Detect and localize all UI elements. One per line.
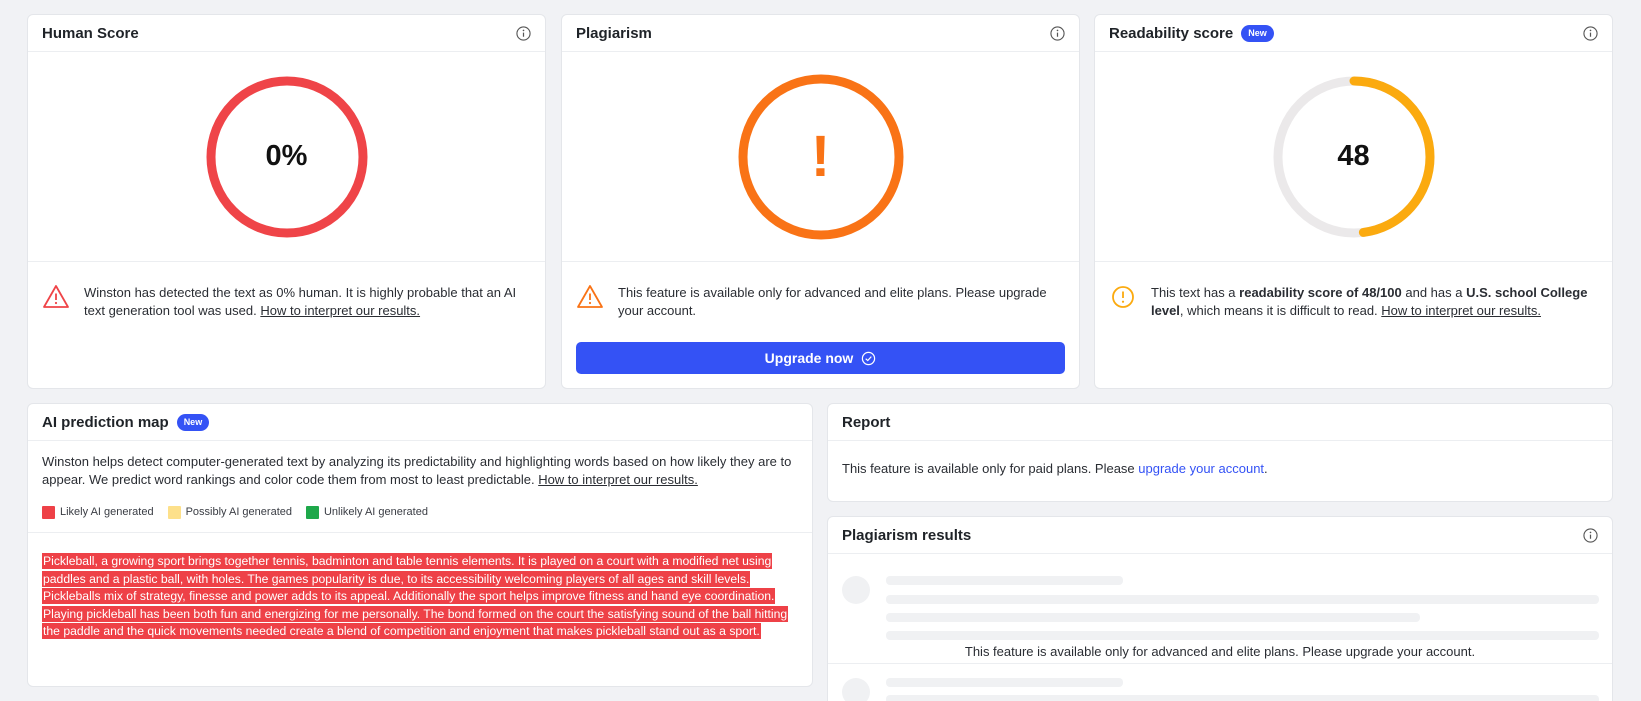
readability-text-3: , which means it is difficult to read. xyxy=(1179,303,1382,318)
prediction-map-header: AI prediction map New xyxy=(28,404,812,441)
report-title: Report xyxy=(842,413,891,431)
check-circle-icon xyxy=(862,351,876,365)
alert-circle-icon xyxy=(1112,286,1134,308)
warning-triangle-icon xyxy=(43,285,69,308)
legend-label: Likely AI generated xyxy=(60,506,154,518)
skeleton-avatar xyxy=(842,576,870,604)
skeleton-line xyxy=(886,631,1599,640)
skeleton-avatar xyxy=(842,678,870,701)
plagiarism-results-title: Plagiarism results xyxy=(842,526,972,544)
legend-likely-ai: Likely AI generated xyxy=(42,505,154,519)
divider xyxy=(828,663,1612,664)
human-score-gauge: 0% xyxy=(28,52,545,262)
plagiarism-results-overlay-message: This feature is available only for advan… xyxy=(964,644,1476,659)
upgrade-now-label: Upgrade now xyxy=(764,350,854,366)
plagiarism-gauge: ! xyxy=(562,52,1079,262)
readability-text-2: and has a xyxy=(1401,285,1467,300)
report-message: This feature is available only for paid … xyxy=(828,441,1612,496)
exclamation-icon: ! xyxy=(810,124,831,189)
upgrade-now-button[interactable]: Upgrade now xyxy=(576,342,1065,374)
plagiarism-title: Plagiarism xyxy=(576,24,652,42)
prediction-legend: Likely AI generated Possibly AI generate… xyxy=(28,489,812,523)
human-score-value: 0% xyxy=(265,140,308,172)
legend-possibly-ai: Possibly AI generated xyxy=(167,505,292,519)
readability-header: Readability score New xyxy=(1095,15,1612,52)
legend-label: Possibly AI generated xyxy=(185,506,292,518)
plagiarism-message: This feature is available only for advan… xyxy=(562,262,1079,320)
readability-title: Readability score xyxy=(1109,24,1234,42)
info-icon[interactable] xyxy=(516,26,531,41)
prediction-map-description: Winston helps detect computer-generated … xyxy=(28,441,812,489)
plagiarism-message-text: This feature is available only for advan… xyxy=(618,285,1047,318)
skeleton-line xyxy=(886,695,1599,701)
skeleton-line xyxy=(886,576,1123,585)
report-message-text: This feature is available only for paid … xyxy=(842,461,1139,476)
interpret-results-link[interactable]: How to interpret our results. xyxy=(1381,303,1541,318)
human-score-card: Human Score 0% Winston has detected the … xyxy=(27,14,546,389)
legend-swatch xyxy=(305,505,319,519)
likely-ai-highlight: Pickleball, a growing sport brings toget… xyxy=(42,553,789,639)
plagiarism-card: Plagiarism ! This feature is available o… xyxy=(561,14,1080,389)
warning-triangle-icon xyxy=(577,285,603,308)
prediction-map-title: AI prediction map xyxy=(42,413,169,431)
readability-card: Readability score New 48 This text has a… xyxy=(1094,14,1613,389)
readability-text-1: This text has a xyxy=(1151,285,1240,300)
report-message-suffix: . xyxy=(1264,461,1268,476)
readability-score-text: readability score of 48/100 xyxy=(1239,285,1402,300)
human-score-title: Human Score xyxy=(42,24,139,42)
legend-label: Unlikely AI generated xyxy=(323,506,428,518)
new-badge: New xyxy=(1241,24,1274,42)
info-icon[interactable] xyxy=(1050,26,1065,41)
readability-gauge: 48 xyxy=(1095,52,1612,262)
interpret-results-link[interactable]: How to interpret our results. xyxy=(260,303,420,318)
human-score-header: Human Score xyxy=(28,15,545,52)
info-icon[interactable] xyxy=(1583,26,1598,41)
report-card: Report This feature is available only fo… xyxy=(827,403,1613,502)
readability-value: 48 xyxy=(1337,140,1370,172)
upgrade-account-link[interactable]: upgrade your account xyxy=(1138,461,1264,476)
highlighted-text: Pickleball, a growing sport brings toget… xyxy=(28,533,812,641)
interpret-results-link[interactable]: How to interpret our results. xyxy=(538,472,698,487)
new-badge: New xyxy=(176,413,210,431)
skeleton-line xyxy=(886,613,1420,622)
info-icon[interactable] xyxy=(1583,528,1598,543)
human-score-message: Winston has detected the text as 0% huma… xyxy=(28,262,545,320)
ai-prediction-map-card: AI prediction map New Winston helps dete… xyxy=(27,403,813,687)
legend-swatch xyxy=(167,505,181,519)
plagiarism-results-header: Plagiarism results xyxy=(828,517,1612,554)
plagiarism-results-card: Plagiarism results This feature is avail… xyxy=(827,516,1613,701)
plagiarism-header: Plagiarism xyxy=(562,15,1079,52)
skeleton-line xyxy=(886,678,1123,687)
skeleton-line xyxy=(886,595,1599,604)
legend-unlikely-ai: Unlikely AI generated xyxy=(305,505,428,519)
report-header: Report xyxy=(828,404,1612,441)
legend-swatch xyxy=(42,505,55,519)
readability-message: This text has a readability score of 48/… xyxy=(1095,262,1612,320)
